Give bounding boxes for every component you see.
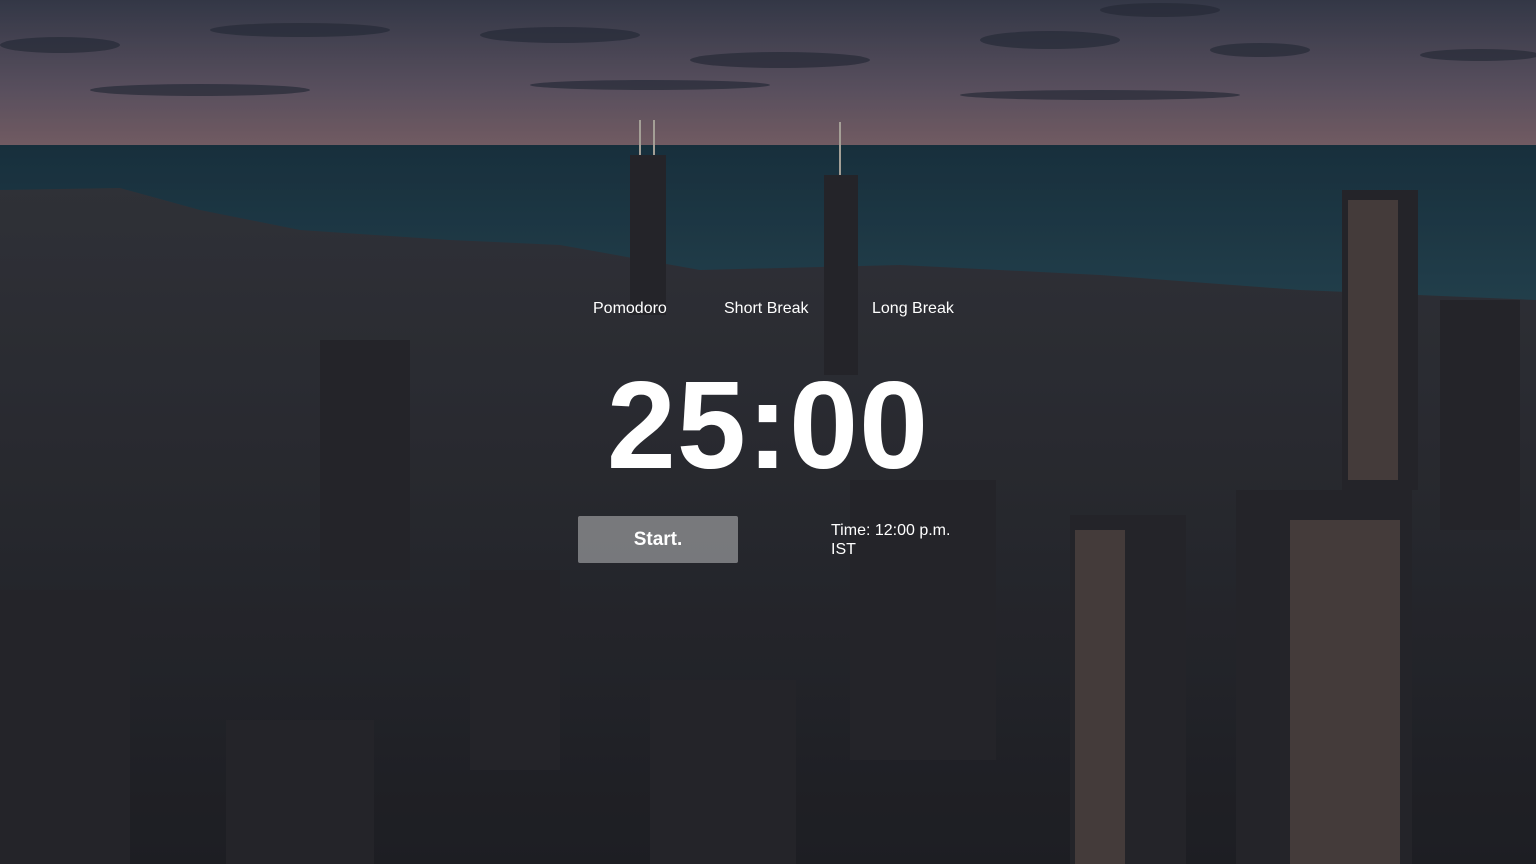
current-time-line: Time: 12:00 p.m.	[831, 522, 951, 539]
mode-tabs: Pomodoro Short Break Long Break	[0, 300, 1536, 322]
tab-short-break[interactable]: Short Break	[724, 300, 808, 318]
current-time: Time: 12:00 p.m. IST	[831, 521, 981, 559]
start-button[interactable]: Start.	[578, 516, 738, 563]
timer-display: 25:00	[606, 357, 930, 495]
tab-pomodoro[interactable]: Pomodoro	[593, 300, 667, 318]
timezone-label: IST	[831, 541, 856, 558]
tab-long-break[interactable]: Long Break	[872, 300, 954, 318]
